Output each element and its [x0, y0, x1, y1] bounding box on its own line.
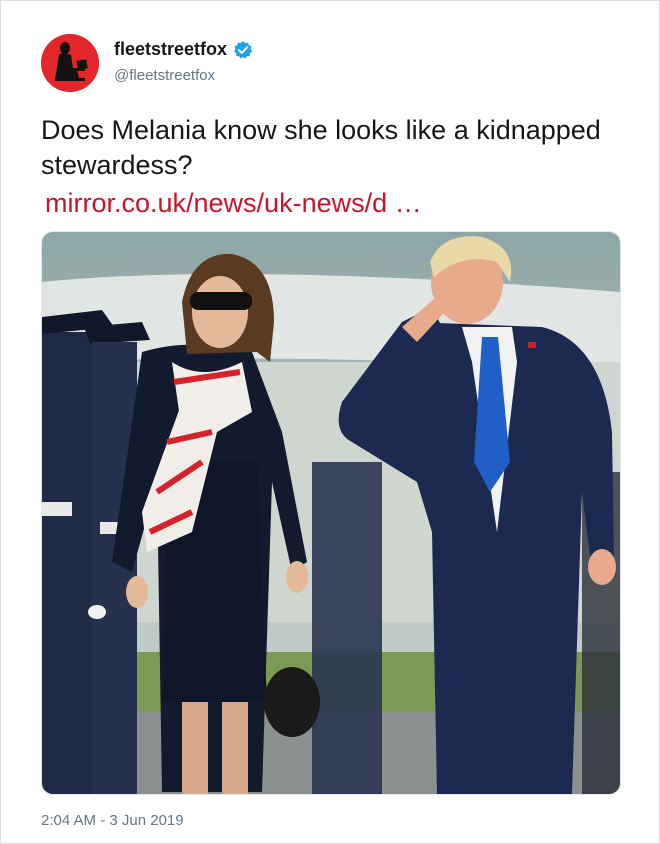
tweet-link[interactable]: mirror.co.uk/news/uk-news/d … [45, 186, 422, 221]
tweet-card: fleetstreetfox @fleetstreetfox Does Mela… [0, 0, 660, 844]
profile-avatar[interactable] [41, 34, 99, 92]
avatar-silhouette-icon [41, 34, 99, 92]
tweet-timestamp[interactable]: 2:04 AM - 3 Jun 2019 [41, 812, 184, 829]
verified-badge-icon [233, 40, 253, 60]
tweet-photo[interactable] [41, 231, 621, 795]
tweet-text: Does Melania know she looks like a kidna… [41, 115, 601, 180]
user-handle[interactable]: @fleetstreetfox [114, 67, 215, 84]
display-name[interactable]: fleetstreetfox [114, 39, 253, 60]
display-name-text[interactable]: fleetstreetfox [114, 39, 227, 60]
photo-image [42, 232, 620, 794]
